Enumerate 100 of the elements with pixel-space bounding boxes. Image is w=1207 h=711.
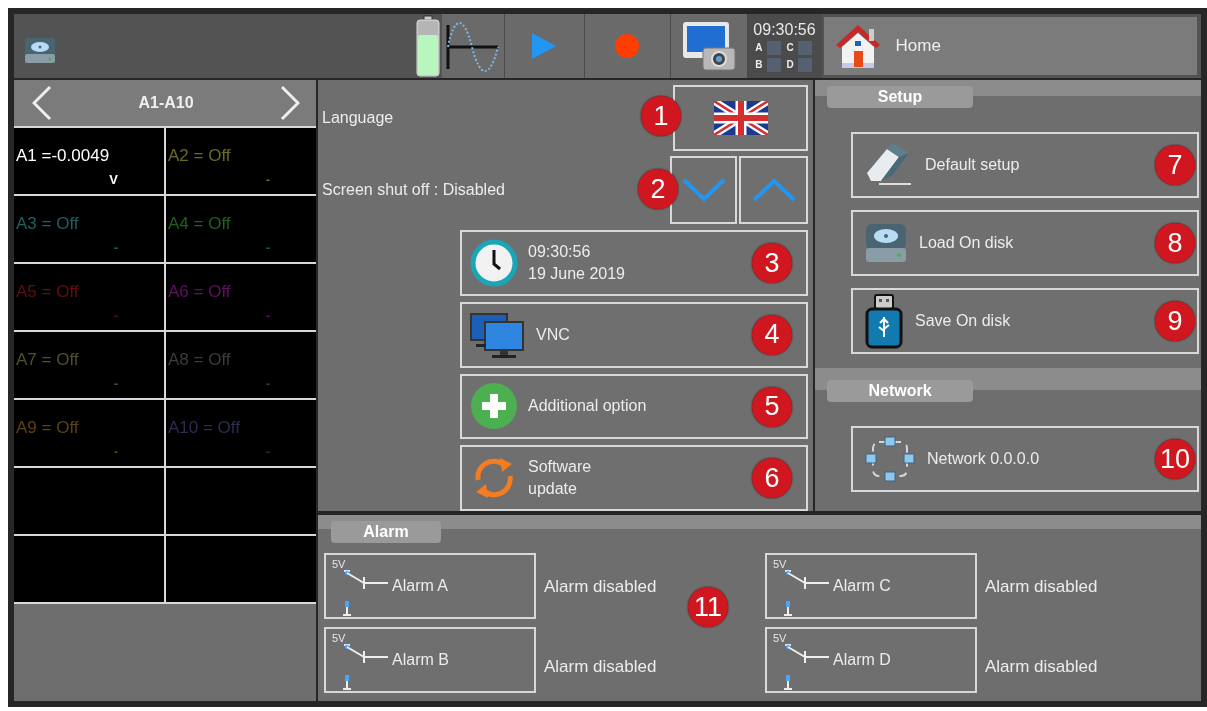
number-badge: 8 — [1155, 223, 1195, 263]
channel-reading: A7 = Off — [16, 350, 79, 370]
eraser-button[interactable]: Default setup 7 — [851, 132, 1199, 198]
channel-reading: A10 = Off — [168, 418, 240, 438]
button-label: VNC — [536, 325, 570, 344]
button-label: Alarm B — [392, 651, 449, 669]
usb-button[interactable]: Save On disk 9 — [851, 288, 1199, 354]
flag-icon — [713, 101, 768, 135]
button-label: Software — [528, 458, 592, 477]
add-button[interactable]: Additional option 5 — [460, 373, 808, 440]
channel-reading: A5 = Off — [16, 282, 79, 302]
voltage-label: 5V — [332, 632, 346, 644]
clock-button[interactable]: 09:30:56 19 June 2019 3 — [460, 230, 808, 296]
alarm-button[interactable]: 5V Alarm B — [324, 627, 536, 693]
chevron-right-icon — [280, 85, 300, 121]
button-label: 09:30:56 — [528, 242, 592, 261]
alarm-button[interactable]: 5V Alarm C — [765, 553, 977, 619]
language-button[interactable] — [673, 85, 808, 151]
channel-unit: - — [265, 240, 270, 255]
waveform-icon[interactable] — [445, 19, 500, 73]
number-badge: 2 — [638, 169, 678, 209]
plus-icon — [470, 382, 518, 431]
decrease-button[interactable] — [670, 156, 737, 224]
language-label: Language — [322, 109, 394, 127]
number-badge: 1 — [641, 96, 681, 136]
number-badge: 9 — [1155, 301, 1195, 341]
channel-reading: A2 = Off — [168, 146, 231, 166]
channel-unit: - — [113, 308, 118, 323]
number-badge: 7 — [1155, 145, 1195, 185]
button-label: Network 0.0.0.0 — [927, 450, 1040, 468]
button-label: Alarm A — [392, 577, 448, 595]
channel-reading: A1 =-0.0049 — [16, 146, 110, 166]
vnc-button[interactable]: VNC 4 — [460, 301, 808, 368]
alarm-status: Alarm disabled — [985, 577, 1098, 597]
channel-reading: A4 = Off — [168, 214, 231, 234]
channel-unit: - — [265, 376, 270, 391]
channel-reading: A6 = Off — [168, 282, 231, 302]
disk-drive-icon[interactable] — [24, 38, 56, 64]
home-button[interactable]: Home — [823, 17, 1197, 75]
channel-unit: - — [265, 444, 270, 459]
relay-switch-icon — [783, 569, 831, 617]
channel-unit: - — [113, 376, 118, 391]
number-badge: 5 — [752, 386, 792, 427]
network-button[interactable]: Network 0.0.0.0 10 — [851, 426, 1199, 492]
button-label: Alarm C — [833, 577, 891, 595]
channel-reading: A9 = Off — [16, 418, 79, 438]
indicator-label: D — [786, 59, 794, 70]
relay-switch-icon — [342, 569, 390, 617]
button-label: update — [528, 480, 578, 499]
relay-switch-icon — [342, 643, 390, 691]
chevron-left-icon — [32, 85, 52, 121]
indicator-light — [797, 40, 812, 55]
channel-unit: - — [265, 308, 270, 323]
button-label: Save On disk — [915, 312, 1011, 330]
alarm-status: Alarm disabled — [985, 657, 1098, 677]
indicator-label: C — [786, 42, 794, 53]
button-label: Alarm D — [833, 651, 891, 669]
network-icon — [865, 436, 915, 482]
channel-reading: A3 = Off — [16, 214, 79, 234]
number-badge: 11 — [688, 587, 728, 627]
indicator-light — [766, 40, 781, 55]
channel-unit: - — [113, 240, 118, 255]
battery-icon — [415, 15, 440, 77]
channel-unit: V — [109, 172, 118, 187]
eraser-icon — [865, 143, 913, 187]
indicator-light — [797, 57, 812, 72]
button-label: 19 June 2019 — [528, 264, 625, 283]
screen-shutoff-label: Screen shut off : Disabled — [322, 181, 505, 199]
voltage-label: 5V — [773, 632, 787, 644]
relay-switch-icon — [783, 643, 831, 691]
disk-drive-icon — [865, 222, 907, 264]
increase-button[interactable] — [739, 156, 808, 224]
alarm-status: Alarm disabled — [544, 577, 657, 597]
number-badge: 10 — [1155, 439, 1195, 479]
channel-unit: - — [113, 444, 118, 459]
button-label: Default setup — [925, 156, 1020, 174]
monitor-camera-icon[interactable] — [680, 20, 737, 72]
indicator-label: A — [755, 42, 763, 53]
chevron-down-icon — [681, 178, 726, 202]
previous-button[interactable] — [32, 85, 52, 121]
channel-range-title: A1-A10 — [138, 94, 194, 112]
update-button[interactable]: Software update 6 — [460, 445, 808, 511]
alarm-status: Alarm disabled — [544, 657, 657, 677]
channel-reading: A8 = Off — [168, 350, 231, 370]
next-button[interactable] — [280, 85, 300, 121]
chevron-up-icon — [751, 178, 796, 202]
clock-icon — [470, 238, 518, 287]
indicator-label: B — [755, 59, 763, 70]
alarm-button[interactable]: 5V Alarm A — [324, 553, 536, 619]
number-badge: 3 — [752, 243, 792, 283]
button-label: Additional option — [528, 397, 647, 416]
disk-button[interactable]: Load On disk 8 — [851, 210, 1199, 276]
voltage-label: 5V — [332, 558, 346, 570]
usb-drive-icon — [865, 293, 903, 349]
voltage-label: 5V — [773, 558, 787, 570]
channel-unit: - — [265, 172, 270, 187]
alarm-button[interactable]: 5V Alarm D — [765, 627, 977, 693]
number-badge: 6 — [752, 458, 792, 499]
indicator-light — [766, 57, 781, 72]
clock-time: 09:30:56 — [753, 20, 816, 39]
